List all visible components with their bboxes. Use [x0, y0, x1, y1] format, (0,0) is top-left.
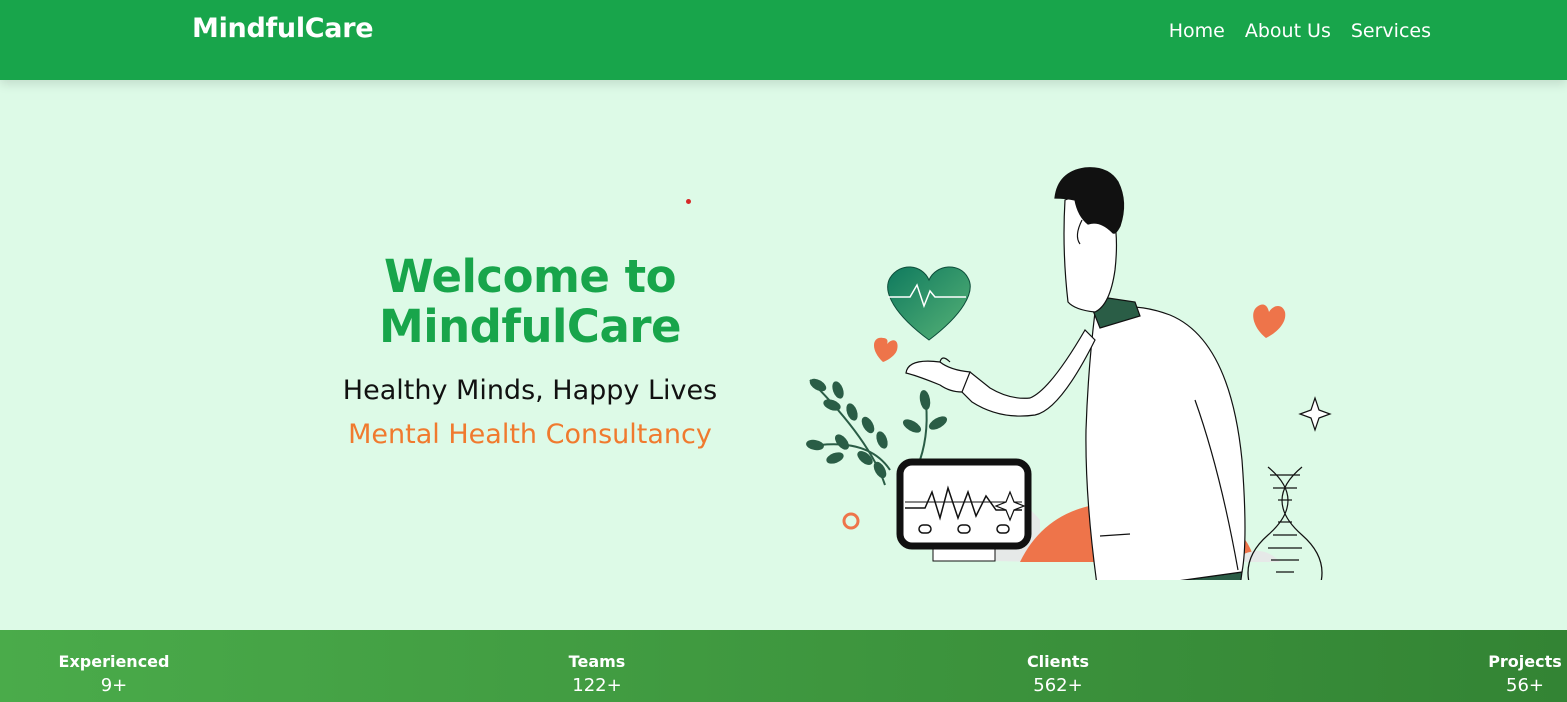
stat-value: 122+ — [572, 675, 622, 696]
brand-logo[interactable]: MindfulCare — [192, 13, 374, 44]
stat-value: 562+ — [1033, 675, 1083, 696]
hero-text-block: Welcome to MindfulCare Healthy Minds, Ha… — [300, 252, 760, 452]
orange-ring-icon — [842, 512, 860, 530]
hero-section: Welcome to MindfulCare Healthy Minds, Ha… — [0, 80, 1567, 630]
green-heart-pulse-icon — [887, 266, 971, 341]
nav-link-services[interactable]: Services — [1351, 20, 1431, 42]
decorative-dot — [686, 199, 691, 204]
main-nav: Home About Us Services — [1169, 20, 1431, 42]
hero-title: Welcome to MindfulCare — [378, 250, 682, 353]
sparkle-icon-right — [1298, 396, 1332, 432]
dna-icon — [1247, 466, 1323, 580]
nav-link-about-us[interactable]: About Us — [1245, 20, 1331, 42]
small-heart-icon — [873, 337, 898, 362]
stat-label: Clients — [1026, 652, 1090, 671]
hero-subtitle: Mental Health Consultancy — [348, 419, 712, 450]
stat-label: Experienced — [58, 652, 170, 671]
doctor-illustration — [806, 167, 1332, 580]
stat-clients: Clients 562+ — [1013, 652, 1103, 700]
stats-bar: Experienced 9+ Teams 122+ Clients 562+ P… — [0, 630, 1567, 702]
stat-value: 9+ — [100, 675, 128, 696]
stat-teams: Teams 122+ — [552, 652, 642, 700]
stat-label: Teams — [568, 652, 626, 671]
stat-projects: Projects 56+ — [1480, 652, 1567, 700]
nav-link-home[interactable]: Home — [1169, 20, 1225, 42]
right-heart-icon — [1253, 304, 1286, 338]
stat-label: Projects — [1488, 652, 1562, 671]
stat-experienced: Experienced 9+ — [58, 652, 170, 700]
stat-value: 56+ — [1506, 675, 1544, 696]
top-navbar: MindfulCare Home About Us Services — [0, 0, 1567, 80]
hero-tagline: Healthy Minds, Happy Lives — [342, 375, 718, 406]
